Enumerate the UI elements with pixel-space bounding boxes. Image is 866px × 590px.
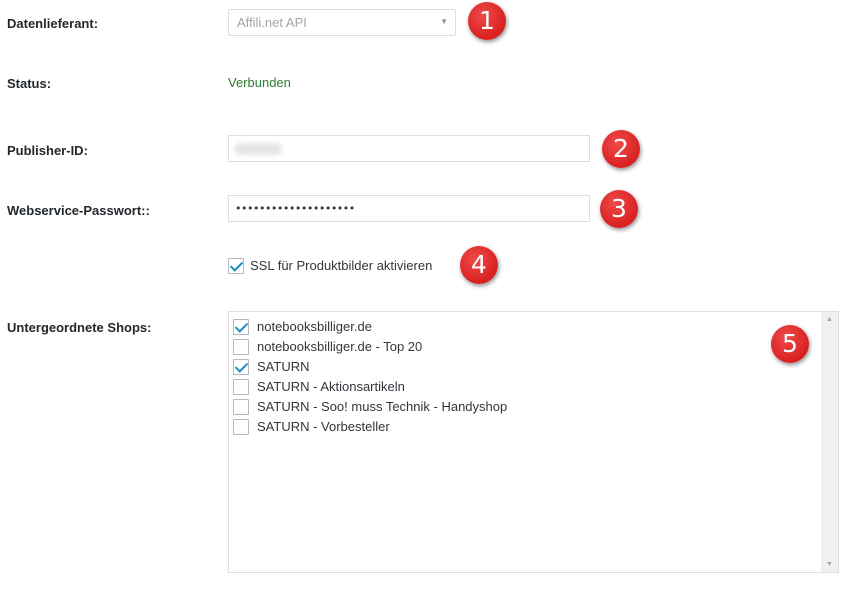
annotation-badge-4: 4 [460,246,498,284]
shop-checkbox[interactable] [233,359,249,375]
shop-label: notebooksbilliger.de [257,319,372,334]
publisher-id-input[interactable] [228,135,590,162]
annotation-badge-2: 2 [602,130,640,168]
shop-label: SATURN - Aktionsartikeln [257,379,405,394]
status-label: Status: [7,76,52,91]
shop-label: SATURN - Soo! muss Technik - Handyshop [257,399,508,414]
listbox-scrollbar[interactable]: ▲ ▼ [821,312,838,572]
data-provider-select[interactable]: Affili.net API ▼ [228,9,456,36]
shop-label: notebooksbilliger.de - Top 20 [257,339,423,354]
data-provider-label: Datenlieferant: [7,16,99,31]
webservice-password-input[interactable]: •••••••••••••••••••• [228,195,590,222]
webservice-password-label: Webservice-Passwort:: [7,203,150,218]
scroll-down-arrow-icon[interactable]: ▼ [821,561,838,568]
shop-checkbox[interactable] [233,379,249,395]
shop-checkbox[interactable] [233,419,249,435]
shop-checkbox[interactable] [233,399,249,415]
shop-checkbox[interactable] [233,339,249,355]
sub-shops-label: Untergeordnete Shops: [7,320,152,335]
annotation-badge-1: 1 [468,2,506,40]
shop-label: SATURN - Vorbesteller [257,419,390,434]
shop-label: SATURN [257,359,310,374]
ssl-checkbox-label: SSL für Produktbilder aktivieren [250,258,433,273]
data-provider-selected-value: Affili.net API [237,15,307,30]
scroll-up-arrow-icon[interactable]: ▲ [821,316,838,323]
publisher-id-redacted-value [234,143,282,155]
sub-shops-listbox[interactable]: notebooksbilliger.de notebooksbilliger.d… [228,311,839,573]
ssl-checkbox[interactable] [228,258,244,274]
annotation-badge-5: 5 [771,325,809,363]
annotation-badge-3: 3 [600,190,638,228]
status-value: Verbunden [228,75,291,90]
publisher-id-label: Publisher-ID: [7,143,88,158]
shop-checkbox[interactable] [233,319,249,335]
password-masked-value: •••••••••••••••••••• [235,202,355,215]
dropdown-arrow-icon: ▼ [440,17,448,26]
